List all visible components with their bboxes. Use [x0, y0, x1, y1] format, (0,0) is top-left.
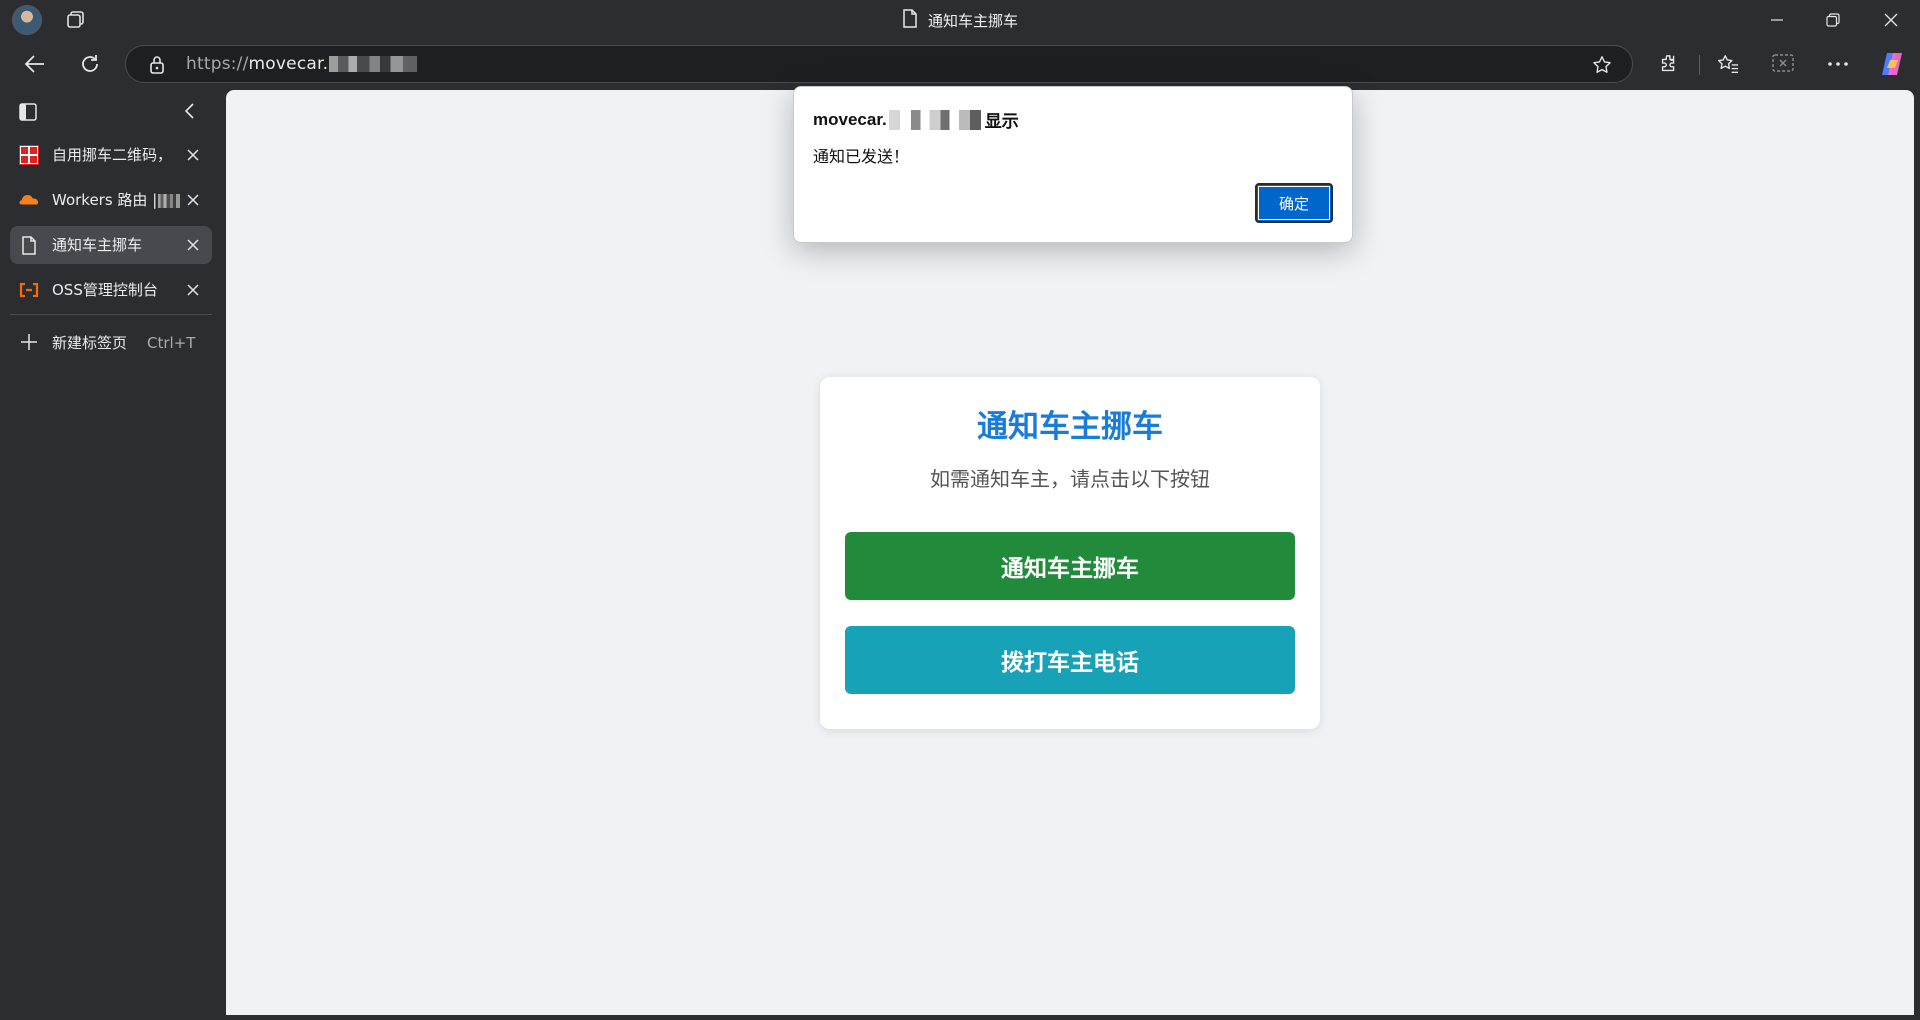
page-title: 通知车主挪车: [977, 409, 1163, 444]
refresh-icon: [82, 55, 98, 72]
vertical-tabs-panel: 自用挪车二维码， Workers 路由 | 通知车主挪车 OSS管理控制台 新建…: [0, 88, 226, 1020]
aliyun-icon: [19, 280, 39, 300]
tab-actions-icon[interactable]: [18, 102, 40, 124]
notify-owner-button[interactable]: 通知车主挪车: [845, 532, 1295, 600]
plus-icon: [19, 332, 41, 354]
copilot-icon[interactable]: [1876, 48, 1908, 80]
redacted-text: [158, 193, 180, 208]
new-tab-shortcut: Ctrl+T: [147, 334, 196, 352]
minimize-button[interactable]: [1748, 0, 1806, 40]
dialog-message: 通知已发送！: [813, 147, 910, 166]
url-scheme: https://: [186, 54, 249, 74]
tab-item-active[interactable]: 通知车主挪车: [10, 226, 212, 264]
dialog-title-suffix: 显示: [984, 112, 1019, 131]
collapse-panel-icon[interactable]: [180, 101, 202, 123]
document-icon: [902, 8, 918, 32]
extensions-icon[interactable]: [1653, 48, 1685, 80]
restore-button[interactable]: [1804, 0, 1862, 40]
red-stamp-icon: [19, 145, 39, 165]
navigation-bar: https://movecar.: [0, 40, 1920, 88]
workspaces-icon[interactable]: [64, 9, 88, 31]
alert-dialog: movecar. 显示 通知已发送！ 确定: [793, 86, 1353, 243]
tab-label: OSS管理控制台: [52, 281, 158, 299]
screenshot-icon[interactable]: [1767, 48, 1799, 80]
tab-label: Workers 路由 |: [52, 181, 180, 219]
close-tab-icon[interactable]: [182, 144, 204, 166]
dialog-title-prefix: movecar.: [813, 109, 887, 129]
dialog-ok-button[interactable]: 确定: [1255, 183, 1333, 223]
title-bar: 通知车主挪车: [0, 0, 1920, 40]
page-subtitle: 如需通知车主，请点击以下按钮: [930, 467, 1210, 491]
notify-card: 通知车主挪车 如需通知车主，请点击以下按钮 通知车主挪车 拨打车主电话: [820, 377, 1320, 729]
profile-avatar[interactable]: [12, 5, 42, 35]
tab-label: 通知车主挪车: [52, 236, 143, 254]
close-window-button[interactable]: [1862, 0, 1920, 40]
tab-item[interactable]: 自用挪车二维码，: [10, 136, 212, 174]
favorite-star-icon[interactable]: [1590, 53, 1614, 77]
tab-label: 自用挪车二维码，: [52, 146, 173, 164]
tabs-divider: [10, 314, 212, 315]
tab-item[interactable]: OSS管理控制台: [10, 271, 212, 309]
refresh-button[interactable]: [72, 46, 108, 82]
lock-icon[interactable]: [148, 55, 168, 75]
toolbar-divider: [1699, 55, 1700, 75]
close-tab-icon[interactable]: [182, 279, 204, 301]
address-bar[interactable]: https://movecar.: [125, 45, 1633, 83]
new-tab-button[interactable]: 新建标签页 Ctrl+T: [10, 324, 212, 362]
redacted-domain: [888, 109, 981, 130]
url-text[interactable]: https://movecar.: [186, 46, 418, 82]
vertical-tabs-header: [0, 88, 226, 136]
redacted-domain: [329, 56, 418, 72]
window-title-text: 通知车主挪车: [927, 11, 1018, 30]
document-icon: [19, 235, 39, 255]
more-options-icon[interactable]: [1822, 48, 1854, 80]
back-arrow-icon: [24, 55, 44, 73]
back-button[interactable]: [17, 46, 53, 82]
favorites-icon[interactable]: [1712, 48, 1744, 80]
call-owner-button[interactable]: 拨打车主电话: [845, 626, 1295, 694]
tab-item[interactable]: Workers 路由 |: [10, 181, 212, 219]
dialog-title: movecar. 显示: [813, 107, 1019, 132]
new-tab-label: 新建标签页: [52, 334, 128, 352]
url-host: movecar.: [248, 54, 329, 74]
close-tab-icon[interactable]: [182, 234, 204, 256]
cloudflare-icon: [19, 190, 39, 210]
window-title: 通知车主挪车: [0, 0, 1920, 40]
close-tab-icon[interactable]: [182, 189, 204, 211]
